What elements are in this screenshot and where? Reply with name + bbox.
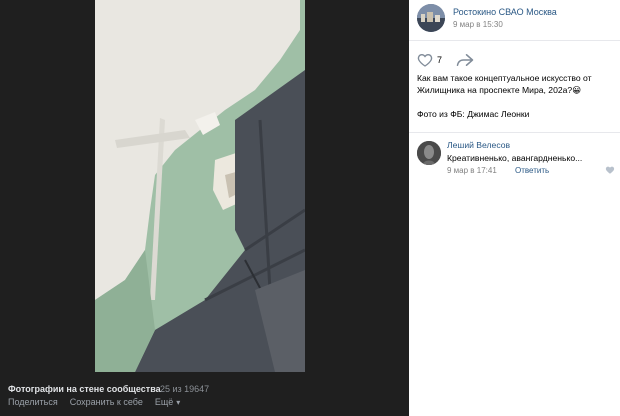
- share-link[interactable]: Поделиться: [8, 397, 58, 407]
- photo-footer: Фотографии на стене сообщества 25 из 196…: [0, 378, 409, 416]
- group-avatar[interactable]: [417, 4, 445, 32]
- like-count: 7: [437, 55, 443, 65]
- post-panel: Ростокино СВАО Москва 9 мар в 15:30 7 Ка…: [409, 0, 620, 416]
- photo-counter: 25 из 19647: [160, 384, 210, 394]
- album-title[interactable]: Фотографии на стене сообщества: [8, 384, 161, 394]
- comment-text: Креативненько, авангардненько...: [447, 153, 583, 163]
- post-header: Ростокино СВАО Москва 9 мар в 15:30: [409, 0, 620, 41]
- comment: Леший Велесов Креативненько, авангарднен…: [417, 138, 615, 182]
- post-text-line-1: Как вам такое концептуальное искусство о…: [417, 73, 592, 83]
- share-icon[interactable]: [456, 52, 474, 68]
- wall-photo[interactable]: [95, 0, 305, 372]
- comment-date[interactable]: 9 мар в 17:41: [447, 166, 497, 175]
- save-link[interactable]: Сохранить к себе: [70, 397, 143, 407]
- heart-icon[interactable]: [605, 165, 615, 175]
- reply-button[interactable]: Ответить: [515, 166, 549, 175]
- more-label: Ещё: [154, 397, 174, 407]
- post-actions: 7: [417, 52, 474, 68]
- comment-avatar[interactable]: [417, 141, 441, 165]
- group-name[interactable]: Ростокино СВАО Москва: [453, 7, 557, 17]
- photo-credit: Фото из ФБ: Джимас Леонки: [417, 109, 530, 119]
- post-text: Как вам такое концептуальное искусство о…: [417, 72, 615, 96]
- post-date[interactable]: 9 мар в 15:30: [453, 20, 503, 29]
- photo-viewer: Фотографии на стене сообщества 25 из 196…: [0, 0, 409, 416]
- comment-author[interactable]: Леший Велесов: [447, 140, 510, 150]
- post-text-line-2: Жилищника на проспекте Мира, 202а?😀: [417, 85, 582, 95]
- more-link[interactable]: Ещё ▾: [155, 397, 180, 407]
- heart-icon[interactable]: [417, 52, 433, 68]
- photo-actions: Поделиться Сохранить к себе Ещё ▾: [8, 397, 180, 407]
- divider: [409, 132, 620, 133]
- chevron-down-icon: ▾: [176, 398, 181, 407]
